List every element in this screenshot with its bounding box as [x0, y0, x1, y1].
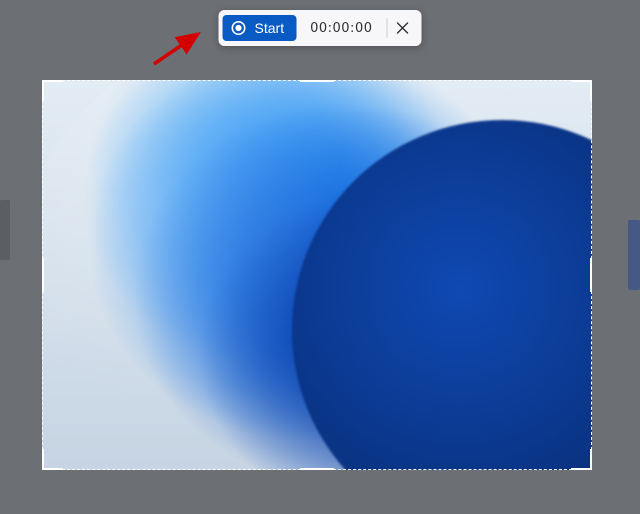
start-button-label: Start [255, 20, 285, 36]
recording-toolbar: Start 00:00:00 [219, 10, 422, 46]
close-button[interactable] [387, 14, 417, 42]
wallpaper-bloom [42, 80, 592, 470]
capture-selection-region[interactable] [42, 80, 592, 470]
annotation-arrow [150, 28, 210, 68]
close-icon [396, 22, 408, 34]
desktop-background-edge [628, 220, 640, 290]
desktop-background-edge [0, 200, 10, 260]
record-icon [231, 20, 247, 36]
recording-timer: 00:00:00 [296, 21, 386, 36]
start-record-button[interactable]: Start [223, 15, 297, 41]
